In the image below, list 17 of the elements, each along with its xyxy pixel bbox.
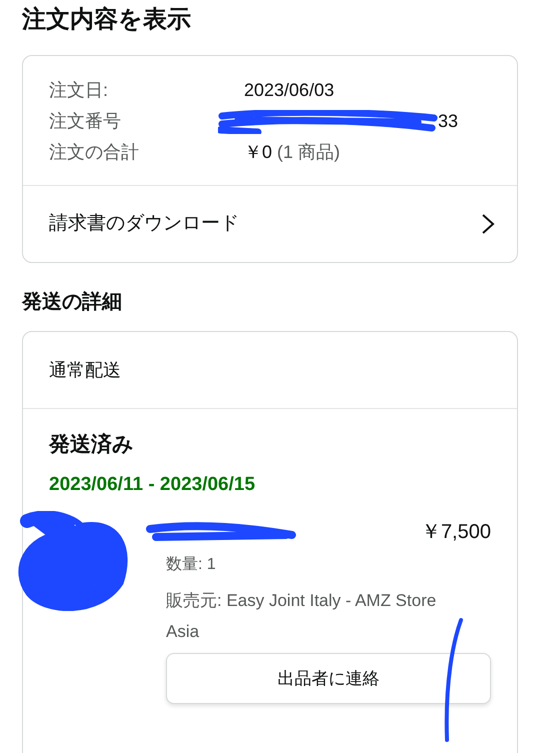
delivery-dates: 2023/06/11 - 2023/06/15 (49, 472, 256, 496)
shipment-status: 発送済み (49, 432, 135, 458)
item-quantity: 数量: 1 (166, 555, 217, 575)
shipping-method: 通常配送 (49, 358, 121, 382)
field-value: 2023/06/03 (244, 79, 334, 102)
section-title: 発送の詳細 (22, 290, 123, 315)
order-number: 33 (438, 110, 458, 133)
field-label: 注文番号 (49, 110, 122, 133)
field-label: 注文日: (49, 79, 110, 102)
page-title: 注文内容を表示 (22, 5, 191, 35)
chevron-right-icon (481, 213, 495, 235)
invoice-download-link[interactable]: 請求書のダウンロード (23, 185, 517, 262)
seller-name: 販売元: Easy Joint Italy - AMZ Store Asia (166, 590, 438, 643)
contact-seller-button[interactable]: 出品者に連絡 (166, 653, 491, 704)
field-value: ￥0 (1 商品) (244, 141, 340, 164)
item-price: ￥7,500 (420, 520, 491, 545)
field-label: 注文の合計 (49, 141, 140, 164)
